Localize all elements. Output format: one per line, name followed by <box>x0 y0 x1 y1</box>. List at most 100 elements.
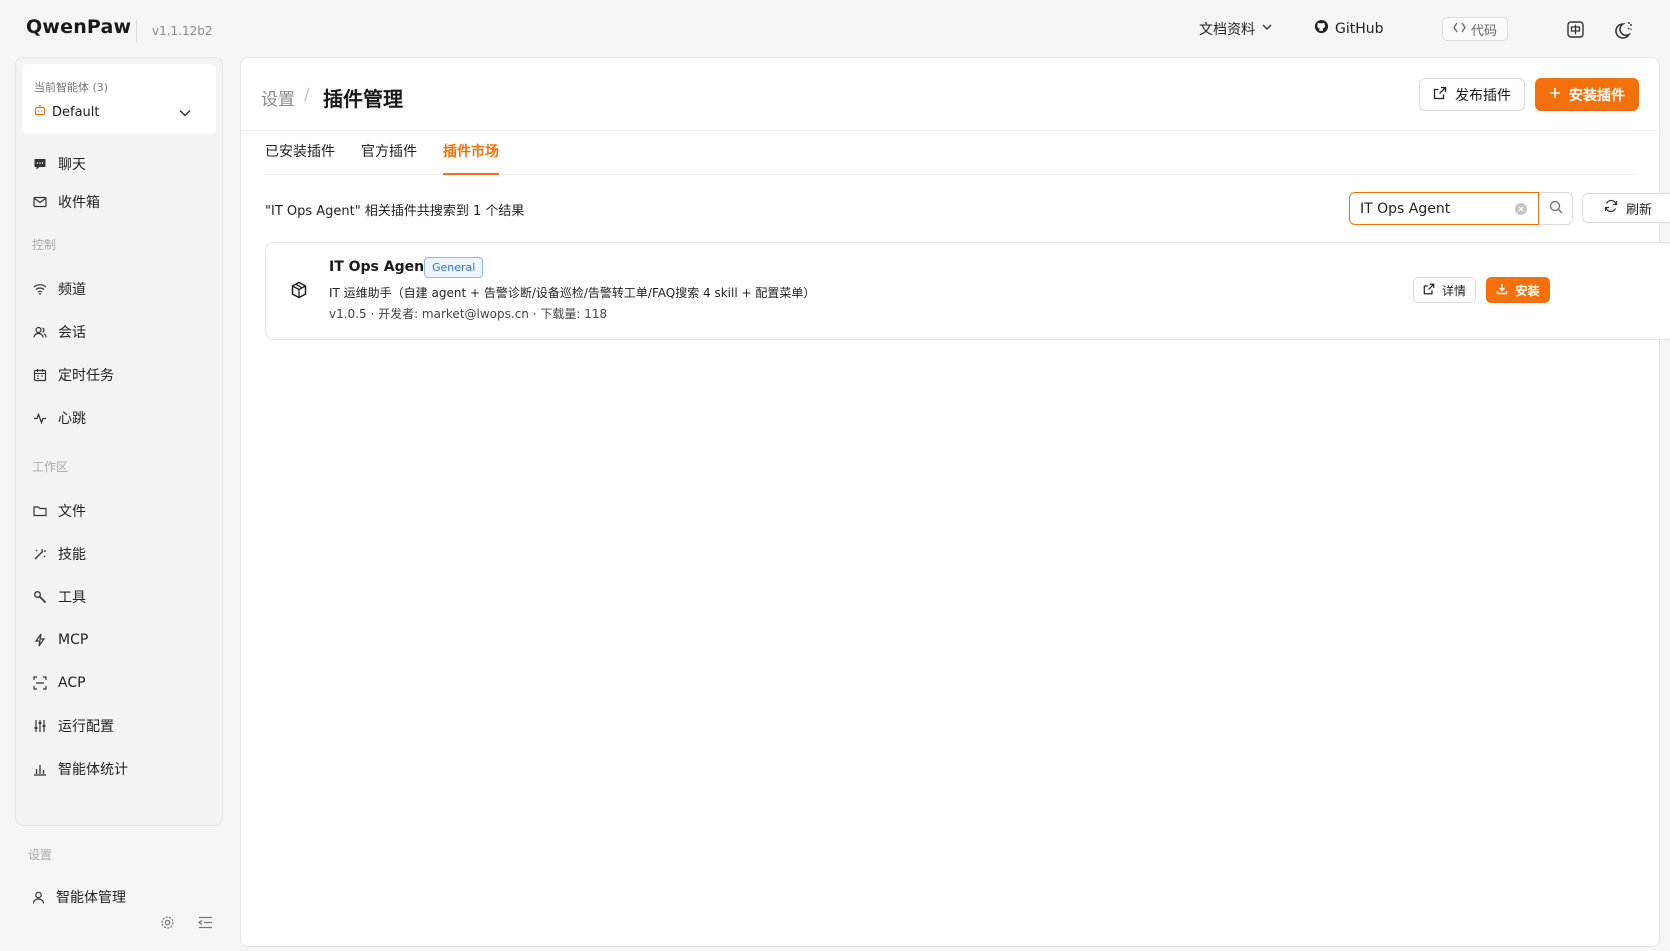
sidebar-item-chat[interactable]: 聊天 <box>16 146 222 182</box>
sidebar-item-label: 运行配置 <box>58 719 114 735</box>
plus-icon <box>1549 87 1561 103</box>
sidebar-item-tools[interactable]: 工具 <box>32 587 86 607</box>
github-link[interactable]: GitHub <box>1314 19 1384 38</box>
sidebar-item-scheduled-tasks[interactable]: 定时任务 <box>32 365 114 385</box>
breadcrumb-separator: / <box>304 85 310 105</box>
refresh-label: 刷新 <box>1625 202 1652 218</box>
package-icon <box>290 281 310 301</box>
docs-menu[interactable]: 文档资料 <box>1199 19 1273 39</box>
plugin-install-button[interactable]: 安装 <box>1486 277 1550 303</box>
top-bar: QwenPaw v1.1.12b2 文档资料 GitHub 代码 <box>0 0 1670 58</box>
docs-menu-label: 文档资料 <box>1199 22 1255 38</box>
publish-plugin-label: 发布插件 <box>1455 87 1511 104</box>
wrench-icon <box>32 589 48 605</box>
code-button[interactable]: 代码 <box>1442 17 1509 41</box>
search-icon <box>1549 200 1563 218</box>
sidebar-item-acp[interactable]: ACP <box>32 673 86 693</box>
section-control: 控制 <box>32 238 57 252</box>
agent-selector[interactable]: 当前智能体 (3) Default <box>22 64 216 134</box>
language-icon[interactable] <box>1564 18 1586 40</box>
settings-gear-icon[interactable] <box>158 913 176 931</box>
page-title: 插件管理 <box>323 87 403 111</box>
sidebar-item-mcp[interactable]: MCP <box>32 630 88 650</box>
lightning-icon <box>32 632 48 648</box>
sidebar-item-label: 技能 <box>58 547 86 563</box>
plugin-category-tag: General <box>424 257 484 278</box>
users-icon <box>32 324 48 340</box>
refresh-icon <box>1604 199 1618 217</box>
plugin-detail-button[interactable]: 详情 <box>1413 277 1476 303</box>
calendar-icon <box>32 367 48 383</box>
main-panel: 设置 / 插件管理 发布插件 安装插件 已安装插件 官方插件 插件市场 "IT … <box>240 57 1670 947</box>
user-icon <box>30 889 46 905</box>
mail-icon <box>32 194 48 210</box>
sidebar-item-runtime-config[interactable]: 运行配置 <box>32 716 114 736</box>
pulse-icon <box>32 410 48 426</box>
section-workspace: 工作区 <box>32 460 69 474</box>
tab-official-plugins[interactable]: 官方插件 <box>361 141 417 175</box>
logo-divider <box>136 20 137 42</box>
plugin-tabs: 已安装插件 官方插件 插件市场 <box>265 131 1637 175</box>
sidebar-item-label: 会话 <box>58 325 86 341</box>
sidebar: 当前智能体 (3) Default 聊天 收件箱 控制 频道 会话 定时任务 心… <box>15 57 223 826</box>
plugin-name: IT Ops Agent <box>329 259 431 275</box>
robot-icon <box>34 104 46 120</box>
sidebar-item-files[interactable]: 文件 <box>32 501 86 521</box>
chat-icon <box>32 156 48 172</box>
sidebar-item-label: 聊天 <box>58 157 86 173</box>
sidebar-item-label: 频道 <box>58 282 86 298</box>
agent-selector-label: 当前智能体 (3) <box>34 81 109 94</box>
sidebar-item-label: 文件 <box>58 504 86 520</box>
search-result-summary: "IT Ops Agent" 相关插件共搜索到 1 个结果 <box>265 204 525 219</box>
sidebar-item-sessions[interactable]: 会话 <box>32 322 86 342</box>
collapse-sidebar-icon[interactable] <box>196 913 214 931</box>
sidebar-item-label: MCP <box>58 632 89 648</box>
app-version: v1.1.12b2 <box>152 24 213 38</box>
section-settings: 设置 <box>28 848 53 862</box>
sidebar-item-agent-management[interactable]: 智能体管理 <box>30 887 126 907</box>
download-icon <box>1496 283 1508 298</box>
sidebar-item-label: 收件箱 <box>58 195 100 211</box>
chevron-down-icon <box>1261 21 1273 37</box>
wifi-icon <box>32 281 48 297</box>
tab-installed-plugins[interactable]: 已安装插件 <box>265 141 335 175</box>
install-plugin-button[interactable]: 安装插件 <box>1535 78 1639 111</box>
sidebar-item-heartbeat[interactable]: 心跳 <box>32 408 86 428</box>
plugin-card: IT Ops Agent General IT 运维助手（自建 agent + … <box>265 242 1670 340</box>
agent-name: Default <box>52 104 100 120</box>
sidebar-item-label: 工具 <box>58 590 86 606</box>
agent-selector-value: Default <box>34 104 100 120</box>
sliders-icon <box>32 718 48 734</box>
github-label: GitHub <box>1335 20 1384 37</box>
search-input[interactable] <box>1360 199 1510 219</box>
magic-wand-icon <box>32 546 48 562</box>
sidebar-item-channels[interactable]: 频道 <box>32 279 86 299</box>
chevron-down-icon <box>178 106 192 122</box>
sidebar-item-label: 智能体管理 <box>56 890 126 906</box>
external-link-icon <box>1423 283 1435 298</box>
github-icon <box>1314 19 1329 38</box>
theme-toggle-icon[interactable] <box>1611 18 1635 42</box>
breadcrumb-settings[interactable]: 设置 <box>261 85 295 110</box>
plugin-install-label: 安装 <box>1515 283 1540 298</box>
plugin-description: IT 运维助手（自建 agent + 告警诊断/设备巡检/告警转工单/FAQ搜索… <box>329 286 816 300</box>
sidebar-item-agent-stats[interactable]: 智能体统计 <box>32 759 128 779</box>
sidebar-item-skills[interactable]: 技能 <box>32 544 86 564</box>
plugin-detail-label: 详情 <box>1441 283 1466 298</box>
page-header: 设置 / 插件管理 发布插件 安装插件 <box>241 58 1661 131</box>
sidebar-item-label: 心跳 <box>58 411 86 427</box>
sidebar-item-label: 智能体统计 <box>58 762 128 778</box>
clear-icon[interactable] <box>1514 202 1528 216</box>
sidebar-item-inbox[interactable]: 收件箱 <box>32 192 100 212</box>
install-plugin-label: 安装插件 <box>1569 87 1625 104</box>
external-link-icon <box>1433 86 1447 104</box>
app-logo: QwenPaw <box>26 16 132 38</box>
scan-icon <box>32 675 48 691</box>
code-icon <box>1453 22 1466 37</box>
tab-plugin-market[interactable]: 插件市场 <box>443 141 499 175</box>
code-label: 代码 <box>1471 23 1498 39</box>
search-button[interactable] <box>1539 192 1573 225</box>
search-field <box>1349 192 1539 225</box>
publish-plugin-button[interactable]: 发布插件 <box>1419 78 1525 111</box>
refresh-button[interactable]: 刷新 <box>1582 193 1670 223</box>
